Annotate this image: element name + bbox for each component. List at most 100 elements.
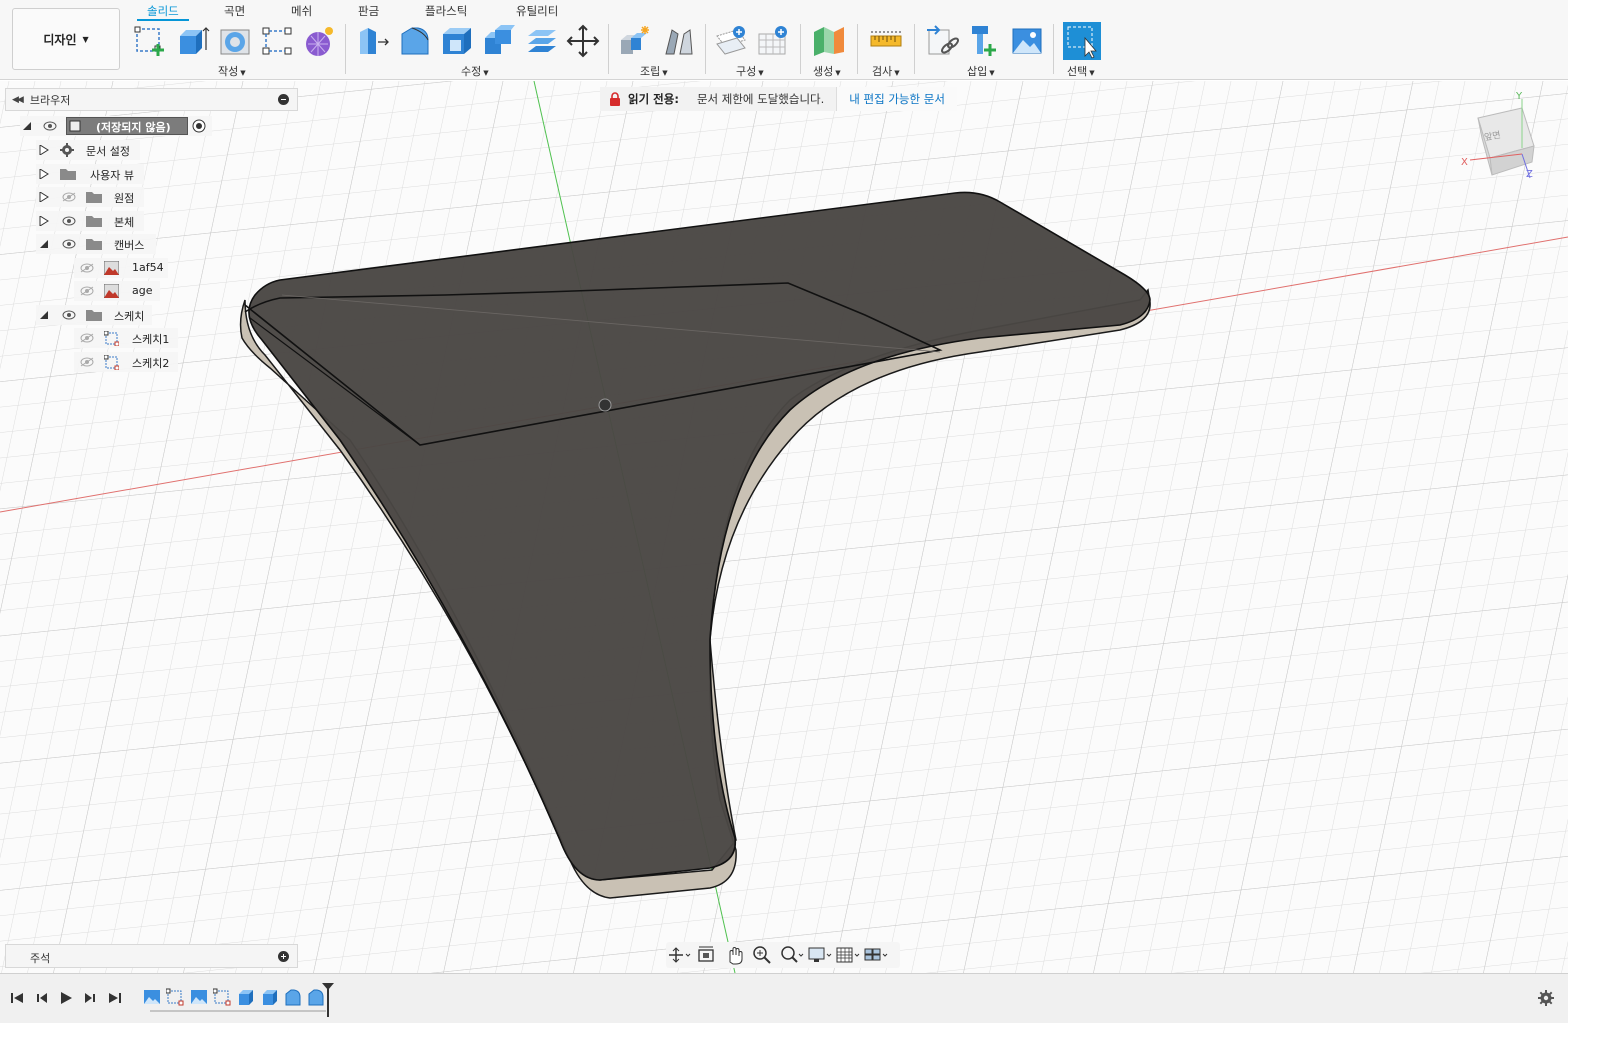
assemble-group-menu[interactable]: 조립 ▼ [640, 63, 668, 79]
canvas-image-icon[interactable] [1010, 24, 1044, 58]
hidden-eye-icon[interactable] [62, 192, 76, 202]
fillet-icon[interactable] [398, 24, 432, 58]
tree-item-sketch1[interactable]: 스케치1 [74, 328, 178, 348]
hidden-eye-icon[interactable] [80, 263, 94, 273]
component-icon [69, 120, 81, 132]
sketch-feature-icon[interactable] [166, 988, 184, 1006]
step-back-icon[interactable] [34, 990, 50, 1006]
viewports-icon[interactable] [862, 944, 888, 966]
go-to-end-icon[interactable] [107, 990, 123, 1006]
hidden-eye-icon[interactable] [80, 333, 94, 343]
editable-documents-link[interactable]: 내 편집 가능한 문서 [836, 87, 957, 111]
step-forward-icon[interactable] [82, 990, 98, 1006]
read-only-message: 문서 제한에 도달했습니다. [696, 92, 825, 106]
tree-item-bodies[interactable]: 본체 [36, 211, 144, 231]
create-sketch-icon[interactable] [134, 24, 168, 58]
tree-item-sketches[interactable]: 스케치 [36, 305, 152, 325]
tab-solid[interactable]: 솔리드 [137, 3, 189, 21]
extrude-feature-icon[interactable] [261, 988, 279, 1006]
expanded-triangle-icon[interactable] [39, 310, 49, 320]
generate-group-menu[interactable]: 생성 ▼ [813, 63, 841, 79]
visibility-eye-icon[interactable] [43, 121, 57, 131]
tree-item-document-settings[interactable]: 문서 설정 [36, 140, 140, 160]
extrude-icon[interactable] [176, 24, 210, 58]
pan-icon[interactable] [722, 944, 748, 966]
look-at-icon[interactable] [694, 944, 720, 966]
tree-item-label: 사용자 뷰 [90, 169, 134, 182]
revolve-icon[interactable] [218, 24, 252, 58]
canvas-feature-icon[interactable] [190, 988, 208, 1006]
browser-root-item[interactable]: (저장되지 않음) [20, 116, 212, 136]
display-settings-icon[interactable] [806, 944, 832, 966]
combine-icon[interactable] [482, 24, 516, 58]
browser-panel-header[interactable]: ◀◀ 브라우저 [5, 88, 298, 111]
minimize-icon[interactable] [278, 94, 289, 105]
collapsed-triangle-icon[interactable] [39, 169, 49, 179]
measure-icon[interactable] [869, 24, 903, 58]
orbit-icon[interactable] [666, 944, 692, 966]
tree-item-named-views[interactable]: 사용자 뷰 [36, 164, 144, 184]
shell-icon[interactable] [440, 24, 474, 58]
tab-mesh[interactable]: 메쉬 [291, 3, 312, 21]
collapse-panel-icon[interactable]: ◀◀ [12, 95, 24, 105]
move-icon[interactable] [566, 24, 600, 58]
activate-radio-icon[interactable] [192, 119, 206, 133]
hidden-eye-icon[interactable] [80, 286, 94, 296]
hidden-eye-icon[interactable] [80, 357, 94, 367]
tree-item-sketch2[interactable]: 스케치2 [74, 352, 178, 372]
fit-icon[interactable] [778, 944, 804, 966]
visibility-eye-icon[interactable] [62, 239, 76, 249]
tree-item-canvas-age[interactable]: age [74, 281, 160, 301]
inspect-group-menu[interactable]: 검사 ▼ [872, 63, 900, 79]
modify-group-menu[interactable]: 수정 ▼ [461, 63, 489, 79]
collapsed-triangle-icon[interactable] [39, 145, 49, 155]
tab-plastic[interactable]: 플라스틱 [425, 3, 467, 21]
zoom-icon[interactable] [750, 944, 776, 966]
grid-icon[interactable] [834, 944, 860, 966]
generate-icon[interactable] [812, 24, 846, 58]
add-comment-icon[interactable] [278, 951, 289, 962]
tree-item-canvases[interactable]: 캔버스 [36, 234, 156, 254]
model-scene[interactable] [0, 81, 1568, 973]
timeline-marker[interactable] [322, 983, 334, 1017]
new-component-icon[interactable] [618, 24, 652, 58]
tree-item-label: 캔버스 [114, 239, 145, 252]
tree-item-label: age [132, 284, 153, 297]
tree-item-canvas-1af54[interactable]: 1af54 [74, 258, 168, 278]
workspace-switcher-button[interactable]: 디자인 ▼ [12, 8, 120, 70]
go-to-start-icon[interactable] [9, 990, 25, 1006]
play-icon[interactable] [58, 990, 74, 1006]
collapsed-triangle-icon[interactable] [39, 216, 49, 226]
select-group-menu[interactable]: 선택 ▼ [1067, 63, 1095, 79]
canvas-feature-icon[interactable] [143, 988, 161, 1006]
timeline-settings-gear-icon[interactable] [1537, 989, 1555, 1007]
select-icon[interactable] [1063, 22, 1101, 60]
expanded-triangle-icon[interactable] [39, 239, 49, 249]
sketch-constraint-icon[interactable] [260, 24, 294, 58]
tree-item-origin[interactable]: 원점 [36, 187, 144, 207]
sketch-feature-icon[interactable] [213, 988, 231, 1006]
insert-link-icon[interactable] [925, 24, 959, 58]
offset-plane-icon[interactable] [715, 24, 749, 58]
offset-face-icon[interactable] [524, 24, 558, 58]
canvas-viewport[interactable]: 앞면 X Y Z [0, 81, 1568, 973]
collapsed-triangle-icon[interactable] [39, 192, 49, 202]
form-icon[interactable] [302, 24, 336, 58]
expanded-triangle-icon[interactable] [22, 121, 32, 131]
insert-group-menu[interactable]: 삽입 ▼ [967, 63, 995, 79]
comments-panel-header[interactable]: 주석 [5, 944, 298, 968]
tab-surface[interactable]: 곡면 [224, 3, 245, 21]
insert-mcmaster-icon[interactable] [968, 24, 1002, 58]
visibility-eye-icon[interactable] [62, 216, 76, 226]
press-pull-icon[interactable] [356, 24, 390, 58]
visibility-eye-icon[interactable] [62, 310, 76, 320]
extrude-feature-icon[interactable] [237, 988, 255, 1006]
create-group-menu[interactable]: 작성 ▼ [218, 63, 246, 79]
tab-utilities[interactable]: 유틸리티 [516, 3, 558, 21]
fillet-feature-icon[interactable] [284, 988, 302, 1006]
construction-grid-icon[interactable] [757, 24, 791, 58]
construct-group-menu[interactable]: 구성 ▼ [736, 63, 764, 79]
joint-icon[interactable] [662, 24, 696, 58]
tab-sheet-metal[interactable]: 판금 [358, 3, 379, 21]
origin-point[interactable] [598, 398, 612, 412]
